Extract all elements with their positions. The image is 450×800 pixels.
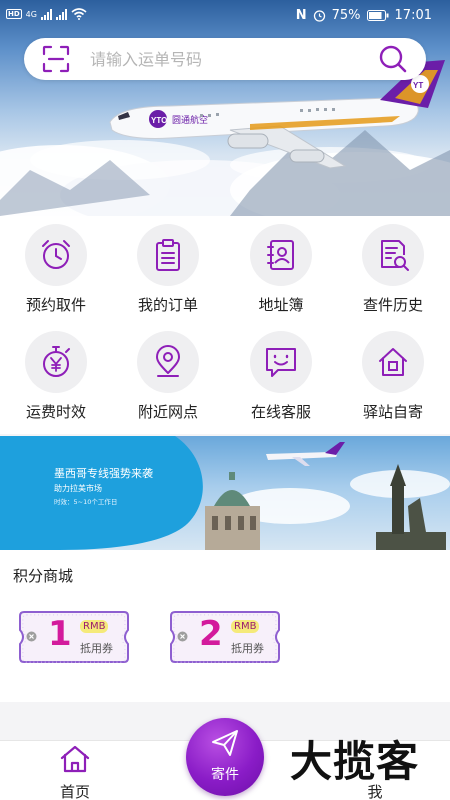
wifi-icon [71,8,87,20]
service-icon-bg [137,331,199,393]
home-icon [60,745,90,773]
points-mall: 积分商城 1 RMB 抵用券 2 RMB 抵用券 [0,550,450,702]
send-label: 寄件 [211,767,239,783]
service-schedule-pickup[interactable]: 预约取件 [0,216,112,320]
fuselage-logo-text: YTO [151,116,167,125]
service-icon-bg [250,224,312,286]
close-icon [177,631,188,642]
search-icon[interactable] [378,44,408,74]
search-bar [24,38,426,80]
status-bar: HD 4G N 75% 17:01 [0,0,450,34]
nfc-icon: N [295,8,307,23]
coupon-label: 抵用券 [80,642,113,655]
service-label: 驿站自寄 [362,403,423,421]
service-station-dropoff[interactable]: 驿站自寄 [337,323,449,427]
status-left: HD 4G [6,8,87,20]
service-tracking-history[interactable]: 查件历史 [337,216,449,320]
service-icon-bg [137,224,199,286]
coupon-currency: RMB [80,620,109,633]
service-label: 地址簿 [258,296,304,314]
service-icon-bg [25,331,87,393]
watermark-text: 大揽客 [290,737,420,786]
search-input[interactable] [90,46,370,72]
scan-icon[interactable] [42,45,70,73]
service-label: 运费时效 [25,403,86,421]
signal-icon-2 [55,8,67,20]
status-right: N 75% 17:01 [296,8,432,23]
service-label: 在线客服 [250,403,311,421]
service-label: 查件历史 [362,296,423,314]
service-icon-bg [362,224,424,286]
coupon-currency: RMB [231,620,260,633]
network-label: 4G [25,9,37,19]
service-label: 预约取件 [25,296,86,314]
battery-percent: 75% [331,8,361,23]
signal-icon [40,8,52,20]
coupon-1rmb[interactable]: 1 RMB 抵用券 [18,610,130,664]
alarm-status-icon [313,10,325,22]
service-icon-bg [25,224,87,286]
paper-plane-icon [212,730,238,756]
service-icon-bg [362,331,424,393]
alarm-clock-icon [42,240,70,269]
service-label: 我的订单 [137,296,198,314]
promo-banner[interactable]: 墨西哥专线强势来袭 助力拉美市场 时效：5~10个工作日 [0,436,450,550]
service-icon-bg [250,331,312,393]
promo-subtitle: 助力拉美市场 [54,484,102,493]
coupon-value: 2 [199,614,223,654]
service-grid: 预约取件 我的订单 地址簿 查件历史 运费时效 附近网点 在线客服 驿站自寄 [0,216,450,434]
send-package-button[interactable]: 寄件 [186,718,264,796]
coupon-2rmb[interactable]: 2 RMB 抵用券 [169,610,281,664]
coupon-value: 1 [48,614,72,654]
service-online-support[interactable]: 在线客服 [225,323,337,427]
service-label: 附近网点 [137,403,198,421]
service-nearby-outlets[interactable]: 附近网点 [112,323,224,427]
map-pin-icon [156,345,180,377]
tab-home-label: 首页 [59,783,90,800]
svg-text:YT: YT [413,81,423,90]
hd-badge: HD [6,9,22,19]
document-search-icon [381,240,409,271]
clock-time: 17:01 [394,8,432,23]
house-icon [379,348,407,376]
promo-title: 墨西哥专线强势来袭 [54,467,153,480]
battery-icon [366,10,389,21]
clipboard-icon [156,239,180,271]
promo-timing: 时效：5~10个工作日 [54,498,118,506]
tab-home[interactable]: 首页 [40,741,110,800]
contact-book-icon [267,240,294,270]
service-my-orders[interactable]: 我的订单 [112,216,224,320]
service-freight-timing[interactable]: 运费时效 [0,323,112,427]
points-mall-title: 积分商城 [13,567,74,585]
yuan-stopwatch-icon [43,346,70,377]
close-icon [26,631,37,642]
chat-smile-icon [266,348,296,377]
service-address-book[interactable]: 地址簿 [225,216,337,320]
hero-banner: YT YTO 圆通航空 HD 4G N 75% 17:01 请输入运单号码 [0,0,450,216]
coupon-label: 抵用券 [231,642,264,655]
